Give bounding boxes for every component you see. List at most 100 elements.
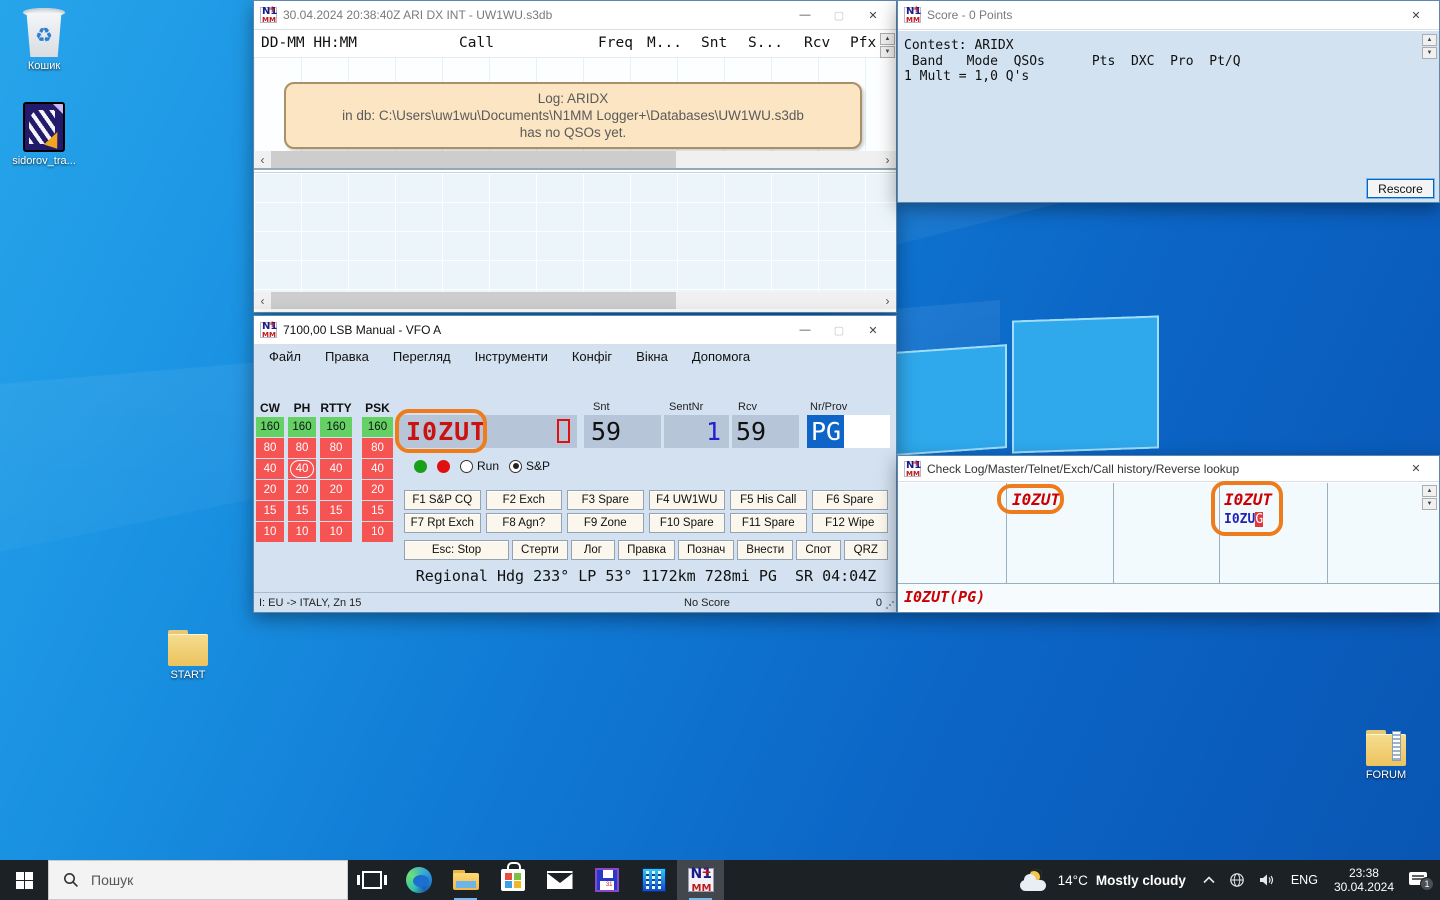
band-button[interactable]: 10 — [362, 522, 393, 542]
desktop-icon-recycle-bin[interactable]: ♻ Кошик — [6, 8, 82, 72]
band-button[interactable]: 15 — [362, 501, 393, 521]
resize-grip[interactable] — [886, 601, 894, 609]
close-icon[interactable]: ✕ — [1399, 456, 1433, 481]
menu-windows[interactable]: Вікна — [636, 349, 668, 364]
band-button[interactable]: 160 — [288, 417, 316, 437]
scroll-down-icon[interactable]: ▼ — [880, 46, 895, 58]
band-button[interactable]: 10 — [256, 522, 284, 542]
menu-file[interactable]: Файл — [269, 349, 301, 364]
band-button[interactable]: 15 — [320, 501, 352, 521]
f4-button[interactable]: F4 UW1WU — [649, 490, 726, 510]
store-button[interactable]: Внести — [737, 540, 793, 560]
snt-input[interactable]: 59 — [584, 415, 661, 448]
taskbar-search-input[interactable]: Пошук — [48, 860, 348, 900]
close-icon[interactable]: ✕ — [1399, 1, 1433, 29]
spot-button[interactable]: Спот — [796, 540, 840, 560]
check-master-callsign[interactable]: I0ZUT — [1224, 490, 1272, 509]
f1-button[interactable]: F1 S&P CQ — [404, 490, 481, 510]
log-window-titlebar[interactable]: N1+MM 30.04.2024 20:38:40Z ARI DX INT - … — [254, 1, 896, 30]
run-radio[interactable]: Run — [460, 459, 499, 473]
f11-button[interactable]: F11 Spare — [730, 513, 807, 533]
minimize-icon[interactable]: — — [788, 1, 822, 29]
start-button[interactable] — [0, 860, 48, 900]
callsign-input[interactable]: I0ZUT — [399, 415, 577, 448]
task-view-button[interactable] — [348, 860, 395, 900]
nrprov-input[interactable]: PG — [807, 415, 890, 448]
band-button[interactable]: 10 — [288, 522, 316, 542]
close-icon[interactable]: ✕ — [856, 316, 890, 344]
menu-help[interactable]: Допомога — [692, 349, 750, 364]
band-button[interactable]: 20 — [288, 480, 316, 500]
band-button[interactable]: 15 — [256, 501, 284, 521]
log-col-mode[interactable]: M... — [647, 35, 682, 51]
sentnr-input[interactable]: 1 — [664, 415, 729, 448]
scrollbar-thumb[interactable] — [271, 292, 676, 309]
scrollbar-thumb[interactable] — [271, 151, 676, 168]
band-button[interactable]: 160 — [362, 417, 393, 437]
scroll-down-icon[interactable]: ▼ — [1422, 498, 1437, 510]
n1mm-taskbar-button[interactable]: N1+MM — [677, 860, 724, 900]
f9-button[interactable]: F9 Zone — [567, 513, 644, 533]
menu-view[interactable]: Перегляд — [393, 349, 451, 364]
f3-button[interactable]: F3 Spare — [567, 490, 644, 510]
f12-button[interactable]: F12 Wipe — [812, 513, 889, 533]
esc-stop-button[interactable]: Esc: Stop — [404, 540, 509, 560]
band-button[interactable]: 160 — [320, 417, 352, 437]
scroll-up-icon[interactable]: ▲ — [880, 33, 895, 45]
scroll-down-icon[interactable]: ▼ — [1422, 47, 1437, 59]
action-center-button[interactable]: 1 — [1402, 871, 1440, 889]
sp-radio[interactable]: S&P — [509, 459, 550, 473]
language-indicator[interactable]: ENG — [1283, 873, 1326, 887]
maximize-icon[interactable]: ▢ — [822, 1, 856, 29]
f2-button[interactable]: F2 Exch — [486, 490, 563, 510]
band-button[interactable]: 40 — [362, 459, 393, 479]
band-button[interactable]: 20 — [362, 480, 393, 500]
f8-button[interactable]: F8 Agn? — [486, 513, 563, 533]
log-horizontal-scrollbar[interactable]: ‹ › — [254, 151, 896, 168]
log-col-snt[interactable]: Snt — [701, 35, 727, 51]
rescore-button[interactable]: Rescore — [1367, 179, 1434, 198]
log-col-rcv[interactable]: Rcv — [804, 35, 830, 51]
f5-button[interactable]: F5 His Call — [730, 490, 807, 510]
scroll-right-icon[interactable]: › — [879, 153, 896, 167]
log-col-call[interactable]: Call — [459, 35, 494, 51]
f6-button[interactable]: F6 Spare — [812, 490, 889, 510]
log-col-pfx[interactable]: Pfx — [850, 35, 876, 51]
edge-button[interactable] — [395, 860, 442, 900]
check-log-callsign[interactable]: I0ZUT — [1012, 490, 1060, 509]
archiver-button[interactable] — [630, 860, 677, 900]
clock[interactable]: 23:38 30.04.2024 — [1326, 866, 1402, 894]
log-horizontal-scrollbar[interactable]: ‹ › — [254, 292, 896, 309]
band-button[interactable]: 80 — [288, 438, 316, 458]
menu-edit[interactable]: Правка — [325, 349, 369, 364]
band-button[interactable]: 80 — [320, 438, 352, 458]
log-button[interactable]: Лог — [571, 540, 615, 560]
band-button[interactable]: 80 — [362, 438, 393, 458]
score-spinner[interactable]: ▲ ▼ — [1422, 34, 1437, 59]
score-window-titlebar[interactable]: N1+MM Score - 0 Points ✕ — [898, 1, 1439, 30]
mail-button[interactable] — [536, 860, 583, 900]
maximize-icon[interactable]: ▢ — [822, 316, 856, 344]
desktop-icon-forum-folder[interactable]: FORUM — [1348, 730, 1424, 781]
f10-button[interactable]: F10 Spare — [649, 513, 726, 533]
rcv-input[interactable]: 59 — [732, 415, 799, 448]
log-col-freq[interactable]: Freq — [598, 35, 633, 51]
scroll-left-icon[interactable]: ‹ — [254, 294, 271, 308]
scroll-left-icon[interactable]: ‹ — [254, 153, 271, 167]
band-button[interactable]: 40 — [320, 459, 352, 479]
log-col-datetime[interactable]: DD-MM HH:MM — [261, 35, 357, 51]
check-spinner[interactable]: ▲ ▼ — [1422, 485, 1437, 510]
edit-button[interactable]: Правка — [618, 540, 675, 560]
band-button[interactable]: 10 — [320, 522, 352, 542]
qrz-button[interactable]: QRZ — [844, 540, 888, 560]
minimize-icon[interactable]: — — [788, 316, 822, 344]
mark-button[interactable]: Познач — [678, 540, 734, 560]
store-button[interactable] — [489, 860, 536, 900]
close-icon[interactable]: ✕ — [856, 1, 890, 29]
show-hidden-icons-button[interactable] — [1196, 876, 1222, 884]
file-explorer-button[interactable] — [442, 860, 489, 900]
log-header-spinner[interactable]: ▲ ▼ — [880, 33, 895, 58]
band-button[interactable]: 15 — [288, 501, 316, 521]
scroll-right-icon[interactable]: › — [879, 294, 896, 308]
desktop-icon-start-folder[interactable]: START — [150, 630, 226, 681]
